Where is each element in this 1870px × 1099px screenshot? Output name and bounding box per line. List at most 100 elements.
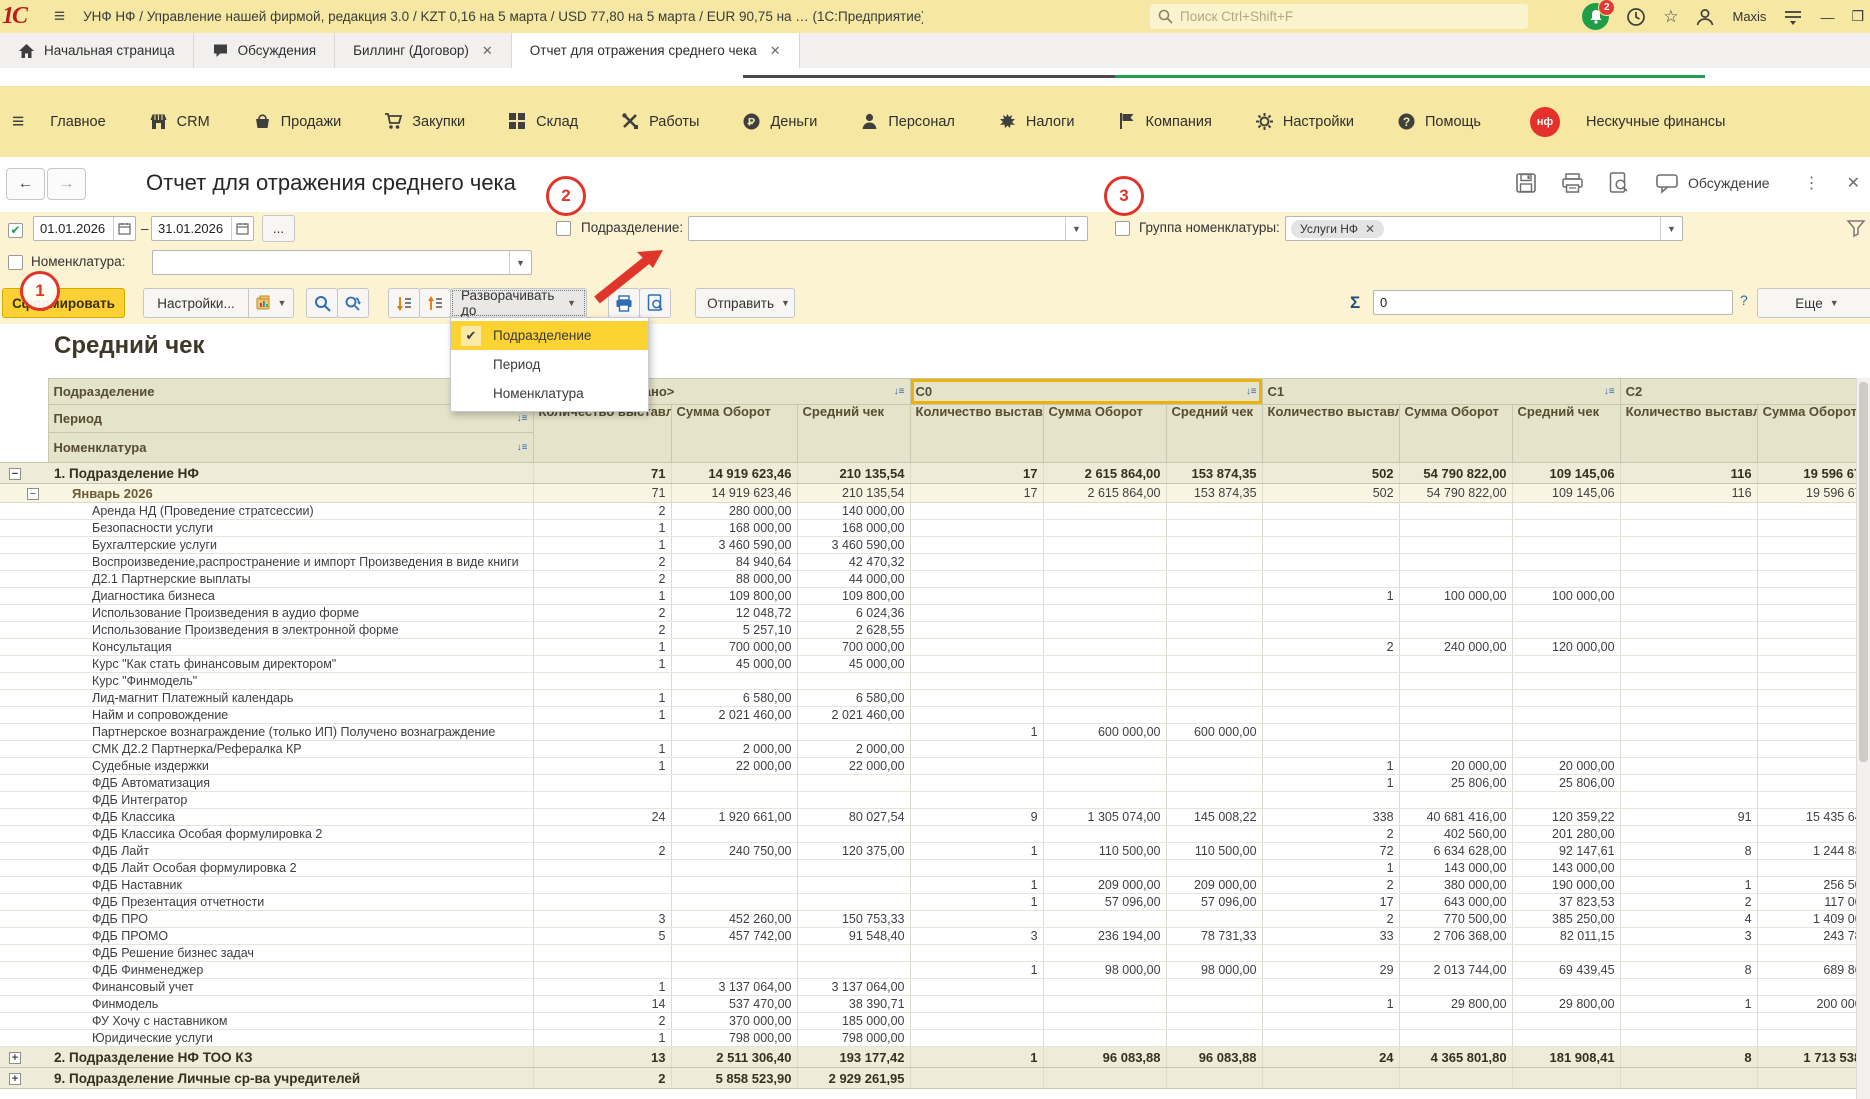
value-cell[interactable]: 2 615 864,00 <box>1043 484 1166 503</box>
value-cell[interactable] <box>1166 775 1262 792</box>
value-cell[interactable]: 1 244 882, <box>1757 843 1870 860</box>
send-dropdown-button[interactable]: Отправить▼ <box>695 288 795 318</box>
value-cell[interactable]: 2 000,00 <box>797 741 910 758</box>
value-cell[interactable] <box>910 860 1043 877</box>
value-cell[interactable] <box>533 945 671 962</box>
value-cell[interactable] <box>1757 656 1870 673</box>
value-cell[interactable] <box>1399 537 1512 554</box>
value-cell[interactable]: 537 470,00 <box>671 996 797 1013</box>
value-cell[interactable]: 54 790 822,00 <box>1399 463 1512 484</box>
value-cell[interactable] <box>1757 1030 1870 1047</box>
value-cell[interactable]: 402 560,00 <box>1399 826 1512 843</box>
row-label-cell[interactable]: ФДБ ПРОМО <box>48 928 533 945</box>
value-cell[interactable] <box>1620 758 1757 775</box>
section-компания[interactable]: Компания <box>1118 112 1212 131</box>
value-cell[interactable] <box>1757 605 1870 622</box>
row-label-cell[interactable]: Курс "Как стать финансовым директором" <box>48 656 533 673</box>
value-cell[interactable] <box>910 707 1043 724</box>
value-cell[interactable] <box>1757 503 1870 520</box>
value-cell[interactable]: 100 000,00 <box>1399 588 1512 605</box>
value-cell[interactable]: 2 021 460,00 <box>671 707 797 724</box>
value-cell[interactable] <box>1757 588 1870 605</box>
nomenclature-checkbox[interactable] <box>8 255 23 270</box>
value-cell[interactable] <box>1620 792 1757 809</box>
value-cell[interactable]: 3 <box>1620 928 1757 945</box>
value-cell[interactable] <box>1620 554 1757 571</box>
value-cell[interactable]: 1 <box>533 656 671 673</box>
value-cell[interactable] <box>910 673 1043 690</box>
refresh-search-icon-button[interactable] <box>337 288 369 318</box>
value-cell[interactable]: 45 000,00 <box>797 656 910 673</box>
value-cell[interactable] <box>1262 707 1399 724</box>
value-cell[interactable] <box>1262 792 1399 809</box>
value-cell[interactable]: 1 <box>533 758 671 775</box>
row-label-cell[interactable]: ФДБ Лайт <box>48 843 533 860</box>
value-cell[interactable]: 9 <box>910 809 1043 826</box>
value-cell[interactable] <box>1512 724 1620 741</box>
value-cell[interactable] <box>797 945 910 962</box>
value-cell[interactable] <box>1166 911 1262 928</box>
value-cell[interactable]: 457 742,00 <box>671 928 797 945</box>
expand-groups-icon-button[interactable] <box>419 288 451 318</box>
value-cell[interactable] <box>1043 520 1166 537</box>
value-cell[interactable]: 120 359,22 <box>1512 809 1620 826</box>
value-cell[interactable] <box>1166 741 1262 758</box>
expand-row-icon[interactable]: + <box>9 1073 21 1085</box>
value-cell[interactable] <box>910 911 1043 928</box>
value-cell[interactable] <box>1262 979 1399 996</box>
value-cell[interactable]: 91 <box>1620 809 1757 826</box>
row-label-cell[interactable]: Лид-магнит Платежный календарь <box>48 690 533 707</box>
value-cell[interactable] <box>1166 554 1262 571</box>
value-cell[interactable]: 3 <box>533 911 671 928</box>
value-cell[interactable] <box>533 673 671 690</box>
tab-2[interactable]: Обсуждения <box>194 33 335 68</box>
value-cell[interactable] <box>1620 588 1757 605</box>
expand-to-dropdown-button[interactable]: Разворачивать до▼ <box>450 288 587 318</box>
value-cell[interactable]: 3 137 064,00 <box>797 979 910 996</box>
value-cell[interactable] <box>910 588 1043 605</box>
header-measure-g1-m0[interactable]: Количество выставленных актов <box>910 405 1043 463</box>
value-cell[interactable]: 4 365 801,80 <box>1399 1047 1512 1068</box>
value-cell[interactable] <box>1620 690 1757 707</box>
header-group-2[interactable]: С1↓≡ <box>1262 379 1620 405</box>
value-cell[interactable] <box>1043 775 1166 792</box>
section-работы[interactable]: Работы <box>621 112 699 131</box>
minimize-button[interactable]: — <box>1820 9 1834 25</box>
value-cell[interactable]: 2 <box>1620 894 1757 911</box>
value-cell[interactable] <box>1757 537 1870 554</box>
value-cell[interactable] <box>1512 792 1620 809</box>
value-cell[interactable] <box>1043 537 1166 554</box>
value-cell[interactable] <box>910 571 1043 588</box>
value-cell[interactable]: 1 920 661,00 <box>671 809 797 826</box>
value-cell[interactable] <box>671 860 797 877</box>
value-cell[interactable] <box>1166 690 1262 707</box>
value-cell[interactable] <box>1043 690 1166 707</box>
value-cell[interactable]: 236 194,00 <box>1043 928 1166 945</box>
value-cell[interactable] <box>1166 707 1262 724</box>
header-group-1[interactable]: С0↓≡ <box>910 379 1262 405</box>
value-cell[interactable]: 1 <box>1262 775 1399 792</box>
value-cell[interactable] <box>1512 945 1620 962</box>
value-cell[interactable] <box>1512 605 1620 622</box>
value-cell[interactable] <box>910 792 1043 809</box>
find-icon-button[interactable] <box>306 288 338 318</box>
value-cell[interactable] <box>1166 945 1262 962</box>
discussion-icon[interactable] <box>1655 172 1680 194</box>
value-cell[interactable]: 12 048,72 <box>671 605 797 622</box>
value-cell[interactable] <box>533 860 671 877</box>
value-cell[interactable] <box>1399 605 1512 622</box>
nomenclature-combo[interactable]: ▼ <box>152 250 532 275</box>
value-cell[interactable]: 1 <box>533 1030 671 1047</box>
save-icon[interactable] <box>1515 172 1537 194</box>
section-налоги[interactable]: Налоги <box>998 112 1075 131</box>
history-icon[interactable] <box>1626 7 1646 27</box>
row-label-cell[interactable]: Курс "Финмодель" <box>48 673 533 690</box>
collapse-row-icon[interactable]: − <box>9 468 21 480</box>
value-cell[interactable]: 2 <box>1262 639 1399 656</box>
row-label-cell[interactable]: ФУ Хочу с наставником <box>48 1013 533 1030</box>
value-cell[interactable] <box>671 775 797 792</box>
row-label-cell[interactable]: 2. Подразделение НФ ТОО КЗ <box>48 1047 533 1068</box>
value-cell[interactable]: 19 596 670, <box>1757 463 1870 484</box>
value-cell[interactable]: 1 <box>1262 588 1399 605</box>
value-cell[interactable]: 1 <box>533 690 671 707</box>
